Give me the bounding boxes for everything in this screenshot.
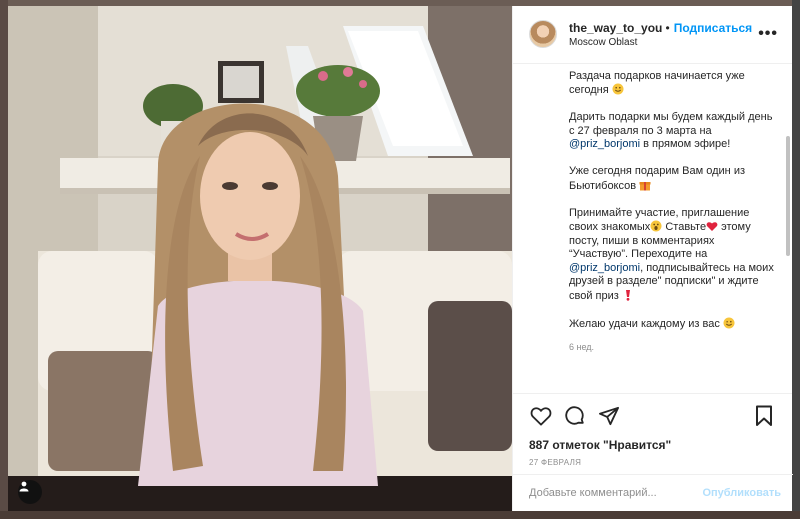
caption-text-2: Дарить подарки мы будем каждый день с 27… xyxy=(569,111,773,137)
exclamation-emoji-icon xyxy=(625,289,630,301)
caption-text-2-end: в прямом эфире! xyxy=(640,138,731,151)
heart-icon xyxy=(530,407,552,426)
smile-emoji-icon xyxy=(612,83,624,95)
backdrop-left xyxy=(0,0,8,519)
post-modal: the_way_to_your_se • Подписаться Moscow … xyxy=(8,6,793,511)
backdrop-bottom xyxy=(0,511,800,519)
scrollbar-thumb[interactable] xyxy=(786,136,790,256)
caption-text-1: Раздача подарков начинается уже сегодня xyxy=(569,69,745,97)
action-bar xyxy=(529,394,776,434)
post-photo[interactable] xyxy=(8,6,512,511)
share-icon xyxy=(599,407,619,426)
like-button[interactable] xyxy=(529,404,553,428)
username-link[interactable]: the_way_to_your_se xyxy=(569,21,662,35)
caption-paragraph-3: Уже сегодня подарим Вам один из Бьютибок… xyxy=(569,165,774,193)
save-button[interactable] xyxy=(752,404,776,428)
mention-link-2[interactable]: @priz_borjomi xyxy=(569,262,640,274)
caption-text-5: Желаю удачи каждому из вас xyxy=(569,317,720,330)
follow-button[interactable]: Подписаться xyxy=(674,21,752,35)
wink-emoji-icon xyxy=(723,317,735,329)
heart-emoji-icon xyxy=(706,222,718,232)
post-header-text: the_way_to_your_se • Подписаться Moscow … xyxy=(569,21,752,48)
scream-emoji-icon xyxy=(650,220,662,232)
caption-timestamp: 6 нед. xyxy=(569,341,595,352)
photo-illustration xyxy=(8,6,512,511)
caption-scrollbar[interactable] xyxy=(786,66,790,396)
bookmark-icon xyxy=(756,405,772,427)
caption-paragraph-1: Раздача подарков начинается уже сегодня xyxy=(569,70,774,98)
comment-icon xyxy=(565,406,584,425)
caption-paragraph-2: Дарить подарки мы будем каждый день с 27… xyxy=(569,111,774,152)
more-options-icon[interactable]: ••• xyxy=(758,25,778,43)
post-date: 27 ФЕВРАЛЯ xyxy=(529,458,582,468)
post-header: the_way_to_your_se • Подписаться Moscow … xyxy=(513,6,792,64)
caption-text-4b: Ставьте xyxy=(662,221,707,234)
caption-text-3: Уже сегодня подарим Вам один из Бьютибок… xyxy=(569,165,746,192)
user-tag-button[interactable] xyxy=(18,480,42,504)
avatar[interactable] xyxy=(529,20,557,49)
separator-dot: • xyxy=(665,20,670,35)
comment-form: Опубликовать xyxy=(513,474,793,511)
comment-input[interactable] xyxy=(529,487,703,499)
publish-button[interactable]: Опубликовать xyxy=(702,487,781,499)
backdrop-right xyxy=(792,0,800,519)
comment-button[interactable] xyxy=(563,404,587,428)
post-side-panel: the_way_to_your_se • Подписаться Moscow … xyxy=(512,6,793,511)
location-link[interactable]: Moscow Oblast xyxy=(569,37,752,48)
share-button[interactable] xyxy=(597,404,621,428)
caption-paragraph-5: Желаю удачи каждому из вас xyxy=(569,317,774,332)
caption: Раздача подарков начинается уже сегодня … xyxy=(513,64,792,393)
likes-count[interactable]: 887 отметок "Нравится" xyxy=(529,438,776,452)
user-tag-icon xyxy=(19,481,29,492)
caption-paragraph-4: Принимайте участие, приглашение своих зн… xyxy=(569,207,774,304)
gift-emoji-icon xyxy=(639,181,651,191)
mention-link[interactable]: @priz_borjomi xyxy=(569,138,640,150)
post-header-line: the_way_to_your_se • Подписаться xyxy=(569,21,752,35)
